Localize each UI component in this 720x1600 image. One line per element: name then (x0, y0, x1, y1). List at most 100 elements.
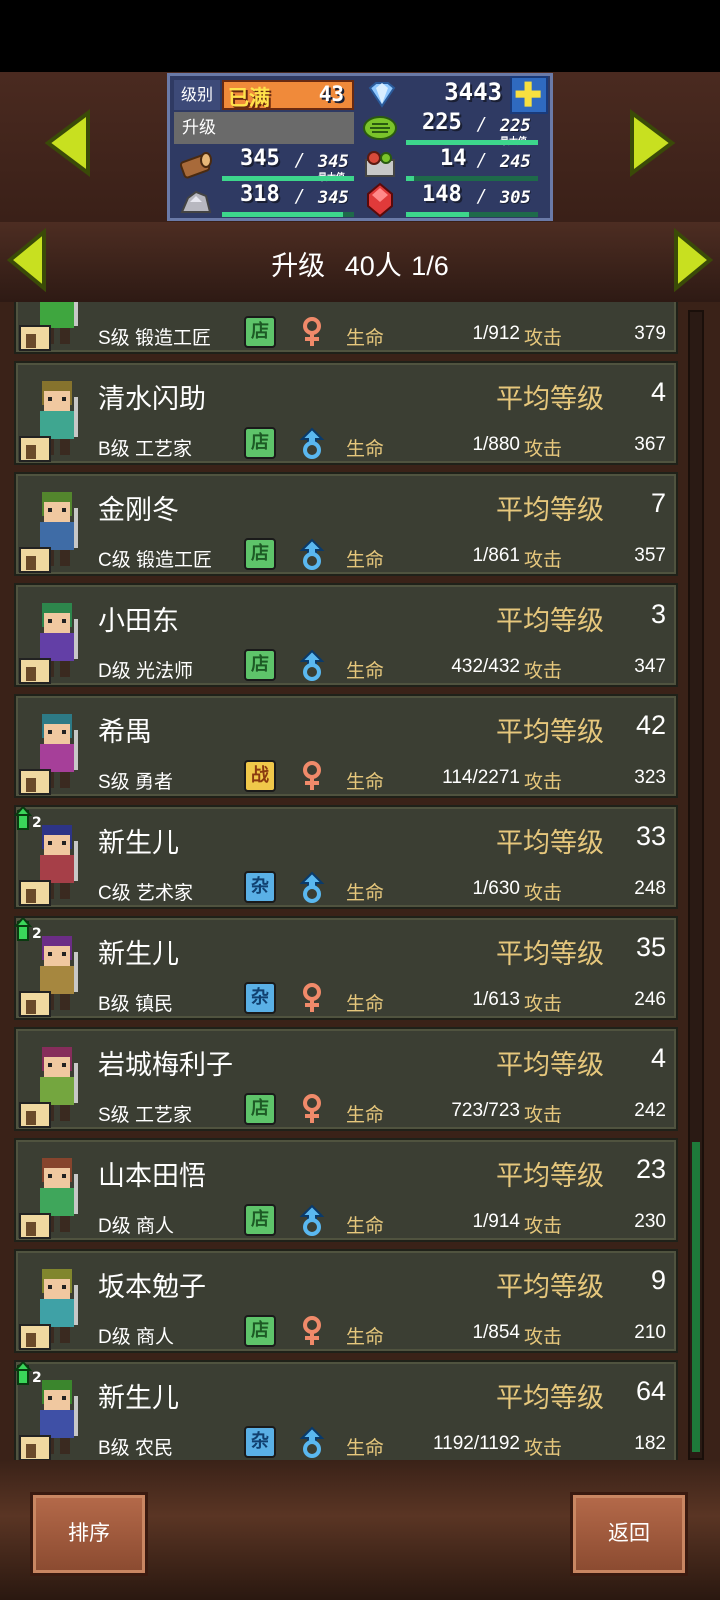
gem-count: 3443 (444, 78, 502, 106)
staff-name: 坂本勉子 (98, 1272, 206, 1302)
attack-label: 攻击 (524, 439, 563, 460)
staff-row[interactable]: 小田东 平均等级 3 D级 光法师 店 生命 432/432 攻击 347 (14, 583, 678, 687)
level-label: 级别 (174, 80, 220, 110)
category-badge: 店 (244, 427, 276, 459)
status-bar (0, 0, 720, 72)
staff-row[interactable]: 清水闪助 平均等级 4 B级 工艺家 店 生命 1/880 攻击 367 (14, 361, 678, 465)
avg-level-label: 平均等级 (496, 1383, 604, 1413)
staff-rank-job: D级 光法师 (98, 661, 194, 682)
male-icon (298, 871, 326, 903)
hp-value: 1/613 (472, 989, 520, 1010)
add-gems-icon[interactable] (510, 76, 548, 114)
grass-max: 225 (500, 116, 531, 136)
list-header: 升级 40人 1/6 (0, 222, 720, 302)
avg-level-value: 33 (635, 821, 666, 851)
hp-value: 432/432 (451, 656, 520, 677)
attack-label: 攻击 (524, 883, 563, 904)
staff-name: 新生儿 (98, 939, 179, 969)
avg-level-label: 平均等级 (496, 1161, 604, 1191)
attack-value: 347 (634, 656, 666, 677)
hp-value: 1192/1192 (433, 1433, 520, 1454)
sort-button[interactable]: 排序 (30, 1492, 148, 1576)
promotion-badge: 2 (13, 1360, 44, 1390)
category-badge: 战 (244, 760, 276, 792)
staff-row[interactable]: 2 新生儿 平均等级 35 B级 镇民 杂 生命 1/613 攻击 246 (13, 916, 678, 1020)
category-badge: 杂 (244, 1426, 276, 1458)
staff-row[interactable]: 山本田悟 平均等级 23 D级 商人 店 生命 1/914 攻击 230 (14, 1138, 678, 1242)
wood-icon (178, 148, 214, 180)
hp-value: 1/861 (472, 545, 520, 566)
staff-row[interactable]: S级 锻造工匠 店 生命 1/912 攻击 379 (14, 302, 678, 354)
attack-value: 379 (634, 323, 666, 344)
list-title: 升级 40人 1/6 (0, 244, 720, 283)
food-value: 14 (440, 146, 467, 171)
hp-value: 723/723 (451, 1100, 520, 1121)
staff-list[interactable]: S级 锻造工匠店生命 1/912 攻击 379 清水闪助 平均等级 4 B级 工艺家店生命 1/… (0, 302, 720, 1460)
svg-text:2: 2 (32, 815, 42, 831)
female-icon (298, 1315, 326, 1347)
diamond-icon (362, 80, 402, 110)
staff-rank-job: B级 工艺家 (98, 439, 192, 460)
ore-icon (178, 184, 214, 216)
back-button[interactable]: 返回 (570, 1492, 688, 1576)
attack-value: 182 (634, 1433, 666, 1454)
next-arrow-icon[interactable] (620, 108, 680, 178)
level-status: 已满 (228, 86, 270, 110)
avg-level-label: 平均等级 (496, 828, 604, 858)
avg-level-value: 42 (635, 710, 666, 740)
ruby-max: 305 (500, 188, 531, 208)
staff-row[interactable]: 坂本勉子 平均等级 9 D级 商人 店 生命 1/854 攻击 210 (14, 1249, 678, 1353)
avg-level-value: 4 (650, 377, 666, 407)
staff-rank-job: S级 工艺家 (98, 1105, 192, 1126)
avg-level-value: 64 (635, 1376, 666, 1406)
ore-max: 345 (318, 188, 349, 208)
staff-rank-job: B级 农民 (98, 1438, 173, 1459)
category-badge: 杂 (244, 982, 276, 1014)
slash: / (296, 150, 303, 171)
character-avatar-icon (18, 367, 94, 463)
hp-label: 生命 (346, 1438, 385, 1459)
avg-level-label: 平均等级 (496, 384, 604, 414)
attack-value: 248 (634, 878, 666, 899)
category-badge: 店 (244, 1204, 276, 1236)
character-avatar-icon (18, 1144, 94, 1240)
staff-row[interactable]: 金刚冬 平均等级 7 C级 锻造工匠 店 生命 1/861 攻击 357 (14, 472, 678, 576)
level-value: 43 (318, 82, 344, 106)
avg-level-label: 平均等级 (496, 1050, 604, 1080)
hp-value: 1/912 (472, 323, 520, 344)
hp-label: 生命 (346, 328, 385, 349)
staff-rank-job: C级 锻造工匠 (98, 550, 213, 571)
grass-bar (406, 140, 538, 145)
attack-label: 攻击 (524, 772, 563, 793)
next-page-icon[interactable] (670, 227, 714, 293)
staff-name: 新生儿 (98, 1383, 179, 1413)
character-avatar-icon (18, 302, 94, 352)
avg-level-value: 3 (650, 599, 666, 629)
scrollbar[interactable] (688, 310, 704, 1460)
hp-value: 1/880 (472, 434, 520, 455)
avg-level-label: 平均等级 (496, 606, 604, 636)
staff-name: 清水闪助 (98, 384, 206, 414)
staff-rank-job: B级 镇民 (98, 994, 173, 1015)
slash: / (478, 186, 485, 207)
scrollbar-thumb[interactable] (692, 1142, 700, 1452)
ruby-bar (406, 212, 538, 217)
attack-label: 攻击 (524, 661, 563, 682)
slash: / (478, 150, 485, 171)
food-max: 245 (500, 152, 531, 172)
staff-row[interactable]: 2 新生儿 平均等级 64 B级 农民 杂 生命 1192/1192 攻击 182 (13, 1360, 678, 1460)
staff-rank-job: C级 艺术家 (98, 883, 194, 904)
attack-label: 攻击 (524, 1327, 563, 1348)
ruby-value: 148 (422, 182, 462, 207)
staff-row[interactable]: 希禺 平均等级 42 S级 勇者 战 生命 114/2271 攻击 323 (14, 694, 678, 798)
promotion-badge: 2 (13, 916, 44, 946)
hp-label: 生命 (346, 994, 385, 1015)
prev-arrow-icon[interactable] (40, 108, 100, 178)
food-icon (362, 148, 398, 180)
ore-bar (222, 212, 354, 217)
wood-max: 345 (318, 152, 349, 172)
staff-row[interactable]: 岩城梅利子 平均等级 4 S级 工艺家 店 生命 723/723 攻击 242 (14, 1027, 678, 1131)
staff-row[interactable]: 2 新生儿 平均等级 33 C级 艺术家 杂 生命 1/630 攻击 248 (13, 805, 678, 909)
male-icon (298, 427, 326, 459)
male-icon (298, 538, 326, 570)
